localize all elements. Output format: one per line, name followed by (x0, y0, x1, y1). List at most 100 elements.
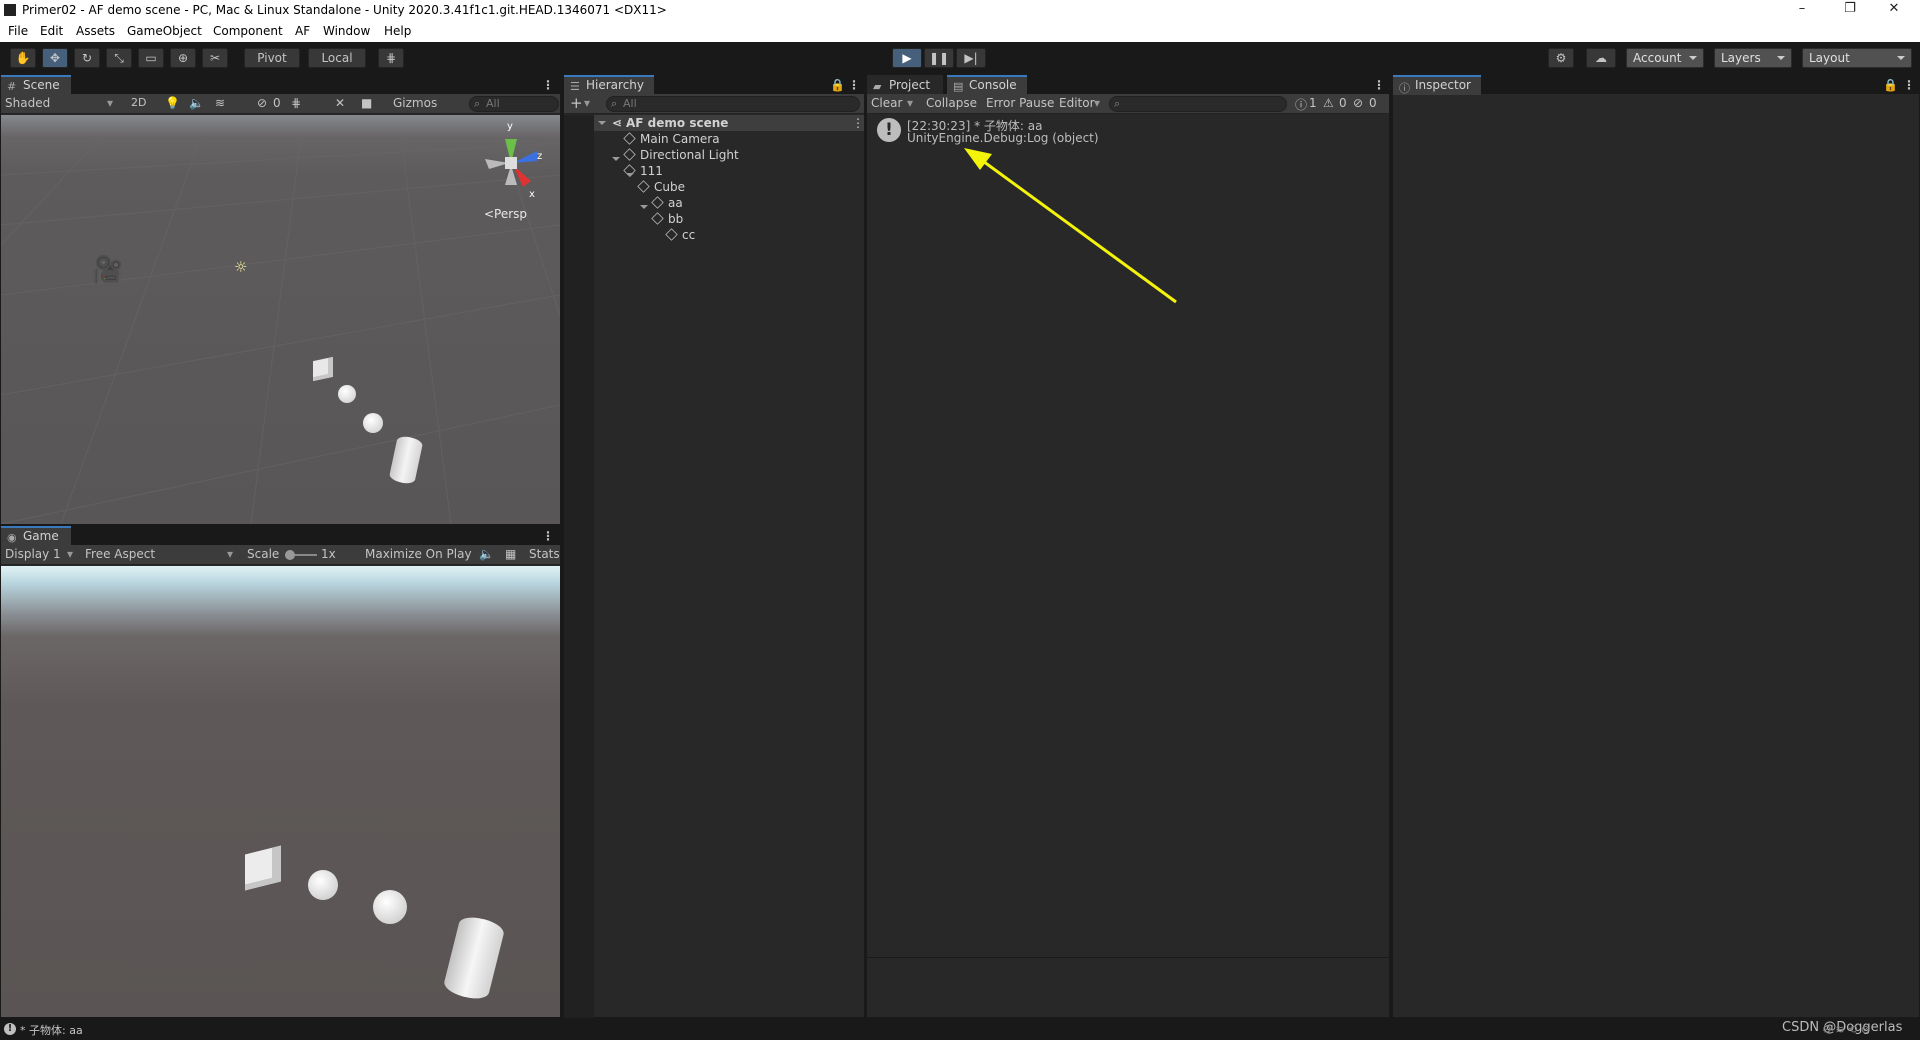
scene-cube[interactable] (313, 356, 333, 382)
menu-window[interactable]: Window (323, 24, 370, 38)
maximize-button[interactable]: ❐ (1830, 1, 1870, 20)
layers-dropdown[interactable]: Layers (1714, 48, 1792, 68)
log-count[interactable]: 1 (1309, 96, 1317, 110)
scene-row-menu-icon[interactable]: ⋮ (852, 115, 864, 131)
stats-toggle[interactable]: Stats (529, 547, 560, 561)
lock-icon[interactable]: 🔒 (830, 78, 845, 92)
services-icon[interactable]: ⚙ (1548, 48, 1574, 68)
console-tabbar: ▰ Project ▤ Console ⋮ (867, 75, 1389, 95)
gizmos-dropdown[interactable]: Gizmos (393, 96, 437, 110)
rect-tool-icon[interactable]: ▭ (138, 48, 164, 68)
warning-count[interactable]: 0 (1339, 96, 1347, 110)
shading-mode-dropdown[interactable]: Shaded (5, 96, 50, 110)
close-button[interactable]: ✕ (1874, 1, 1914, 20)
inspector-menu-icon[interactable]: ⋮ (1903, 78, 1915, 92)
pivot-toggle[interactable]: Pivot (244, 48, 300, 68)
play-button[interactable]: ▶ (892, 48, 922, 68)
aspect-chevron-icon: ▾ (227, 547, 234, 561)
tab-project[interactable]: ▰ Project (867, 75, 943, 95)
scene-search-input[interactable]: All (469, 96, 559, 112)
hierarchy-item-cc[interactable]: cc (665, 227, 695, 243)
maximize-on-play-toggle[interactable]: Maximize On Play (365, 547, 472, 561)
camera-gizmo-icon[interactable]: 🎥 (91, 255, 123, 285)
game-menu-icon[interactable]: ⋮ (542, 529, 554, 543)
gameobject-icon (637, 180, 650, 193)
expand-cube-icon[interactable] (626, 173, 634, 181)
audio-icon[interactable]: 🔈 (189, 96, 204, 110)
orientation-gizmo[interactable]: y z x (479, 119, 549, 199)
tab-hierarchy[interactable]: ☰ Hierarchy (564, 75, 654, 95)
camera-settings-icon[interactable]: ■ (361, 96, 372, 110)
tab-inspector[interactable]: ⓘ Inspector (1393, 75, 1481, 95)
console-search-input[interactable] (1109, 96, 1287, 112)
minimize-button[interactable]: – (1782, 1, 1822, 20)
error-pause-toggle[interactable]: Error Pause (986, 96, 1054, 110)
pause-button[interactable]: ❚❚ (924, 48, 954, 68)
error-count[interactable]: 0 (1369, 96, 1377, 110)
console-splitter[interactable] (867, 957, 1389, 958)
hierarchy-item-main-camera[interactable]: Main Camera (623, 131, 720, 147)
menu-help[interactable]: Help (384, 24, 411, 38)
account-dropdown[interactable]: Account (1626, 48, 1704, 68)
clear-chevron-icon[interactable]: ▾ (907, 96, 913, 110)
editor-dropdown[interactable]: Editor (1059, 96, 1095, 110)
add-object-button[interactable]: + (570, 94, 583, 112)
tools-icon[interactable]: ✕ (335, 96, 345, 110)
aspect-dropdown[interactable]: Free Aspect (85, 547, 155, 561)
menu-file[interactable]: File (8, 24, 28, 38)
console-icon: ▤ (953, 80, 964, 93)
tab-scene[interactable]: # Scene (1, 75, 71, 95)
grid-toggle-icon[interactable]: ⋕ (291, 96, 301, 110)
tab-console[interactable]: ▤ Console (947, 75, 1027, 95)
layout-dropdown[interactable]: Layout (1802, 48, 1912, 68)
mute-audio-icon[interactable]: 🔈 (479, 547, 494, 561)
hierarchy-menu-icon[interactable]: ⋮ (848, 78, 860, 92)
warning-filter-icon[interactable]: ⚠ (1323, 96, 1334, 110)
grid-snap-icon[interactable]: ⋕ (378, 48, 404, 68)
scale-slider-handle[interactable] (285, 550, 295, 560)
expand-bb-icon[interactable] (640, 205, 648, 213)
toggle-2d-button[interactable]: 2D (131, 96, 146, 109)
error-filter-icon[interactable]: ⊘ (1353, 96, 1363, 110)
custom-tool-icon[interactable]: ✂ (202, 48, 228, 68)
menu-af[interactable]: AF (295, 24, 310, 38)
menu-gameobject[interactable]: GameObject (127, 24, 202, 38)
scene-sphere-bb[interactable] (363, 413, 383, 433)
transform-tool-icon[interactable]: ⊕ (170, 48, 196, 68)
hierarchy-item-bb[interactable]: bb (651, 211, 683, 227)
log-filter-icon[interactable]: ⓘ (1295, 96, 1307, 113)
cloud-icon[interactable]: ☁ (1586, 48, 1616, 68)
scene-viewport[interactable]: y z x <Persp 🎥 ☼ (1, 115, 560, 524)
console-menu-icon[interactable]: ⋮ (1373, 78, 1385, 92)
move-tool-icon[interactable]: ✥ (42, 48, 68, 68)
step-button[interactable]: ▶| (956, 48, 986, 68)
hierarchy-item-cube[interactable]: Cube (637, 179, 685, 195)
gizmo-grid-icon[interactable]: ▦ (505, 547, 516, 561)
local-toggle[interactable]: Local (308, 48, 366, 68)
hierarchy-item-aa[interactable]: aa (651, 195, 683, 211)
tab-game[interactable]: ◉ Game (1, 526, 71, 546)
inspector-lock-icon[interactable]: 🔒 (1883, 78, 1898, 92)
menu-component[interactable]: Component (213, 24, 283, 38)
clear-button[interactable]: Clear (871, 96, 902, 110)
collapse-toggle[interactable]: Collapse (926, 96, 977, 110)
persp-label[interactable]: <Persp (484, 207, 527, 221)
hierarchy-item-directional-light[interactable]: Directional Light (623, 147, 739, 163)
status-message[interactable]: * 子物体: aa (20, 1022, 83, 1038)
hierarchy-search-input[interactable]: All (606, 96, 860, 112)
display-dropdown[interactable]: Display 1 (5, 547, 61, 561)
expand-111-icon[interactable] (612, 157, 620, 165)
menu-edit[interactable]: Edit (40, 24, 63, 38)
rotate-tool-icon[interactable]: ↻ (74, 48, 100, 68)
light-gizmo-icon[interactable]: ☼ (234, 258, 247, 276)
lighting-icon[interactable]: 💡 (165, 96, 180, 110)
game-viewport[interactable] (1, 566, 560, 1017)
hand-tool-icon[interactable]: ✋ (10, 48, 36, 68)
scene-root-row[interactable]: ⋖ AF demo scene ⋮ (594, 115, 864, 131)
scene-sphere-aa[interactable] (338, 385, 356, 403)
scene-menu-icon[interactable]: ⋮ (542, 78, 554, 92)
menu-assets[interactable]: Assets (76, 24, 115, 38)
scale-tool-icon[interactable]: ⤡ (106, 48, 132, 68)
hidden-objects-icon[interactable]: ⊘ (257, 96, 267, 110)
effects-icon[interactable]: ≋ (215, 96, 225, 110)
